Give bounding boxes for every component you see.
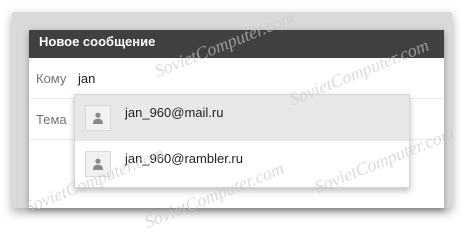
compose-header: Новое сообщение: [29, 30, 444, 58]
recipient-suggestions: jan_960@mail.ru jan_960@rambler.ru: [74, 94, 410, 188]
to-input[interactable]: jan: [78, 71, 95, 86]
to-field-row[interactable]: Кому jan: [29, 58, 444, 99]
suggestion-email: jan_960@rambler.ru: [125, 151, 243, 166]
suggestion-item[interactable]: jan_960@rambler.ru: [75, 141, 409, 187]
to-label: Кому: [36, 71, 67, 86]
subject-label: Тема: [36, 112, 67, 127]
compose-title: Новое сообщение: [39, 34, 156, 49]
person-icon: [85, 105, 111, 131]
person-icon: [85, 151, 111, 177]
suggestion-item[interactable]: jan_960@mail.ru: [75, 95, 409, 141]
suggestion-email: jan_960@mail.ru: [125, 105, 224, 120]
